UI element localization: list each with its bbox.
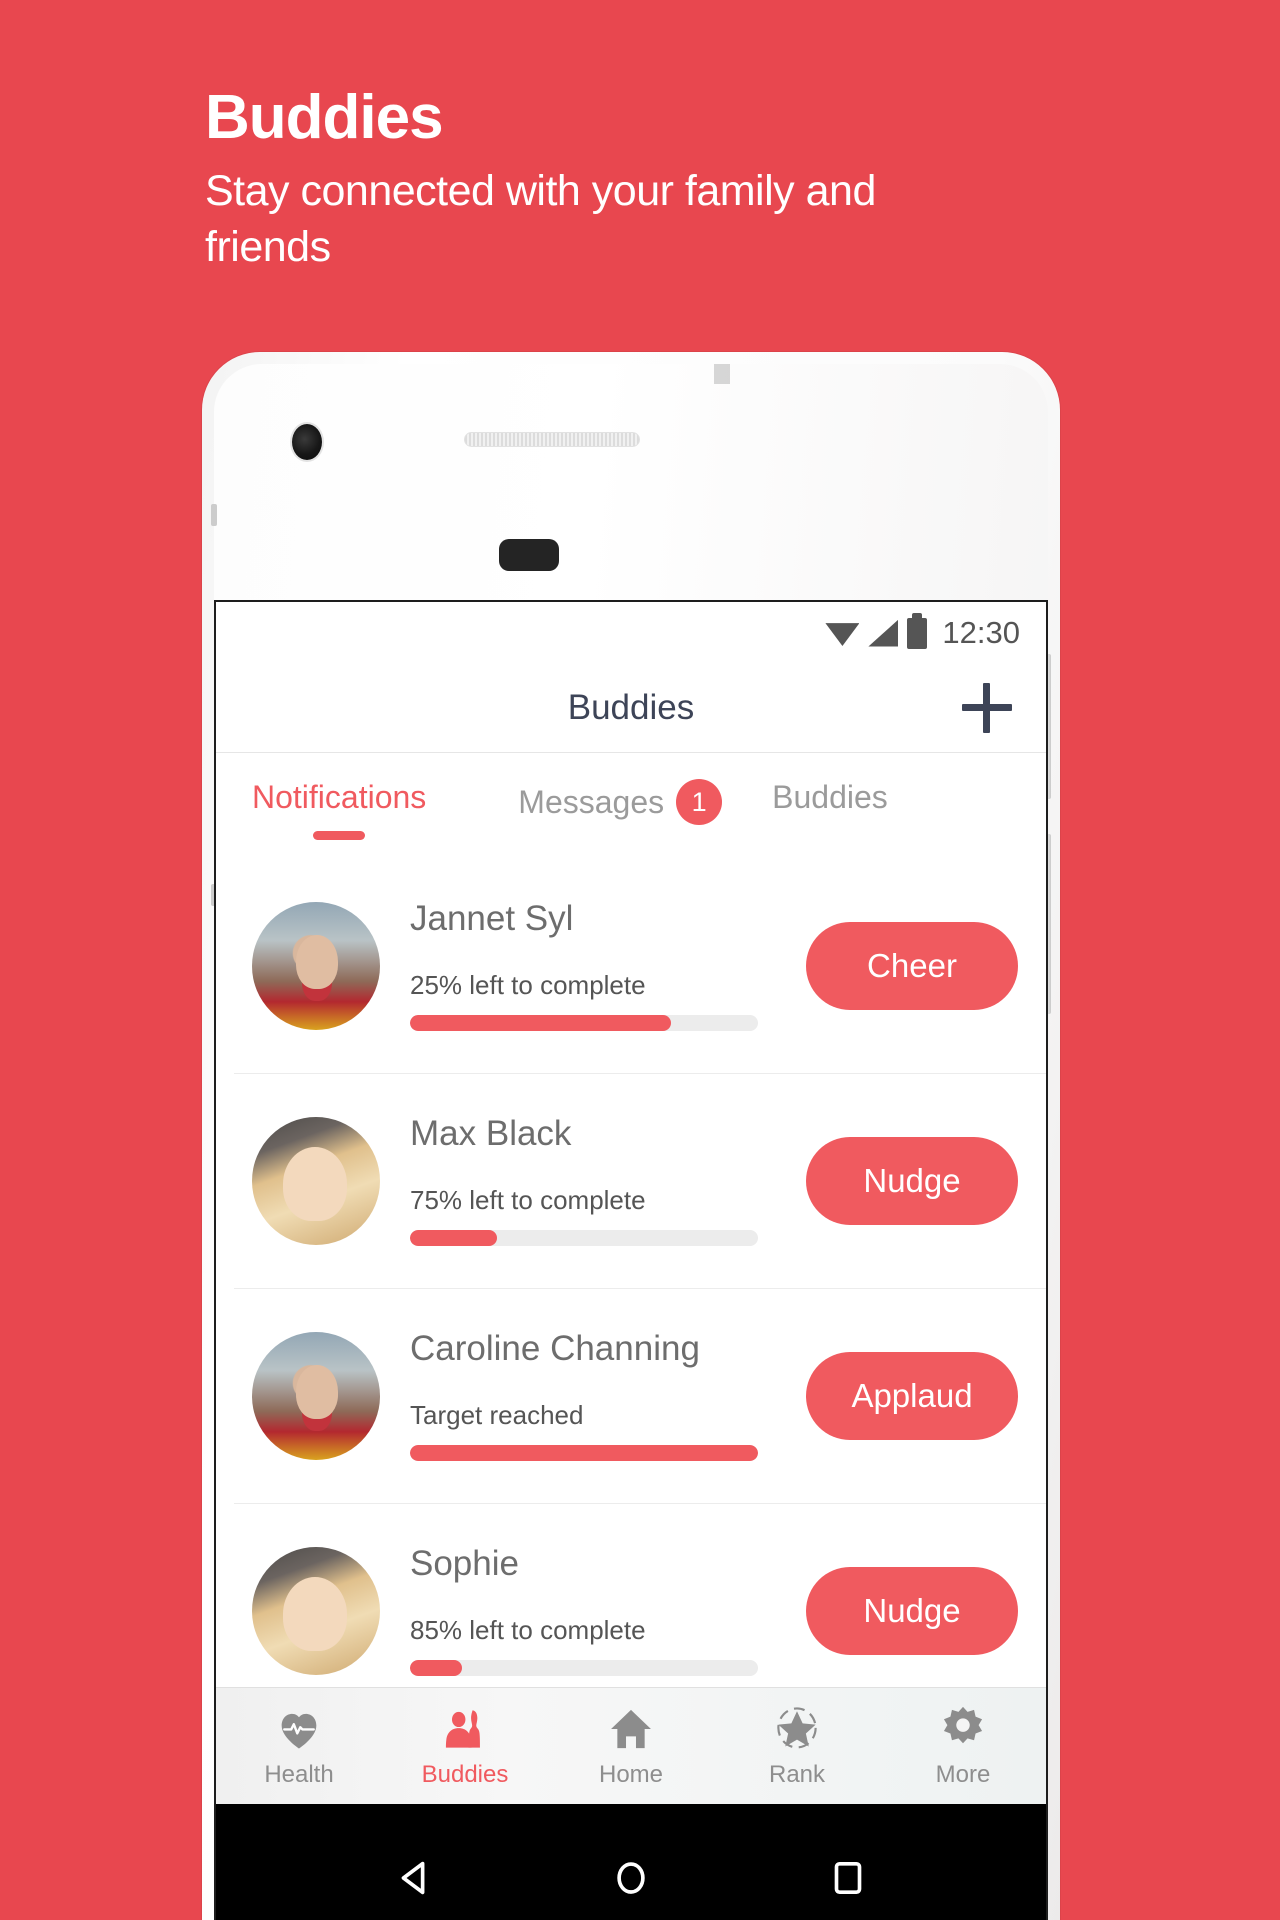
progress-bar-fill	[410, 1445, 758, 1462]
avatar	[252, 901, 380, 1030]
messages-badge: 1	[676, 779, 723, 825]
buddy-status: Target reached	[410, 1400, 584, 1431]
nav-item-rank-label: Rank	[768, 1761, 826, 1788]
back-triangle-icon[interactable]	[391, 1855, 437, 1901]
tab-notifications-label: Notifications	[252, 779, 427, 815]
recents-square-icon[interactable]	[825, 1855, 871, 1901]
avatar	[252, 1116, 380, 1245]
battery-icon	[907, 612, 928, 649]
phone-mockup: 12:30 Buddies Notifications Messages 1 B…	[202, 352, 1060, 1920]
nav-item-rank-home-label: Home	[598, 1761, 664, 1788]
promo-title: Buddies	[205, 83, 444, 152]
gear-icon	[943, 1706, 983, 1744]
buddy-name: Caroline Channing	[410, 1329, 700, 1368]
table-row[interactable]: Jannet Syl 25% left to complete Cheer	[216, 858, 1046, 1073]
buddy-status: 75% left to complete	[410, 1185, 646, 1216]
buddy-info: Jannet Syl 25% left to complete	[380, 900, 806, 1032]
wifi-icon	[825, 623, 860, 646]
phone-left-seam-top	[211, 504, 217, 526]
people-icon	[445, 1710, 480, 1748]
progress-bar-fill	[410, 1230, 497, 1247]
house-icon	[611, 1709, 651, 1749]
table-row[interactable]: Caroline Channing Target reached Applaud	[216, 1288, 1046, 1503]
table-row[interactable]: Sophie 85% left to complete Nudge	[216, 1503, 1046, 1718]
buddy-name: Sophie	[410, 1544, 519, 1583]
phone-screen: 12:30 Buddies Notifications Messages 1 B…	[214, 600, 1048, 1920]
nav-item-health-label: Health	[264, 1761, 334, 1788]
heart-pulse-icon	[281, 1713, 317, 1749]
buddy-info: Max Black 75% left to complete	[380, 1115, 806, 1247]
front-camera-icon	[292, 424, 322, 460]
status-bar-clock: 12:30	[942, 615, 1020, 650]
nav-item-more[interactable]: More	[880, 1688, 1046, 1804]
tab-messages[interactable]: Messages 1	[518, 779, 723, 825]
tab-messages-label: Messages	[518, 783, 665, 820]
nav-item-buddies-label: Buddies	[421, 1761, 509, 1788]
star-badge-icon	[777, 1707, 817, 1749]
avatar	[252, 1546, 380, 1675]
phone-body: 12:30 Buddies Notifications Messages 1 B…	[211, 364, 1051, 1920]
phone-top-seam	[714, 364, 730, 384]
tab-bar: Notifications Messages 1 Buddies	[216, 753, 1046, 858]
bottom-navigation: Health Buddies Home Rank More	[216, 1687, 1046, 1804]
buddy-name: Max Black	[410, 1114, 572, 1153]
progress-bar	[410, 1015, 758, 1032]
tab-active-underline	[313, 831, 366, 840]
buddy-name: Jannet Syl	[410, 899, 574, 938]
progress-bar-fill	[410, 1015, 671, 1032]
table-row[interactable]: Max Black 75% left to complete Nudge	[216, 1073, 1046, 1288]
page-title: Buddies	[567, 688, 695, 727]
nav-item-more-label: More	[935, 1761, 991, 1788]
buddy-list: Jannet Syl 25% left to complete Cheer Ma…	[216, 858, 1046, 1718]
nav-item-buddies[interactable]: Buddies	[382, 1688, 548, 1804]
buddy-action-button[interactable]: Cheer	[806, 921, 1018, 1010]
tab-buddies[interactable]: Buddies	[772, 779, 888, 816]
progress-bar-fill	[410, 1660, 463, 1677]
progress-bar	[410, 1660, 758, 1677]
app-bar: Buddies	[216, 664, 1046, 752]
buddy-status: 85% left to complete	[410, 1615, 646, 1646]
promo-subtitle: Stay connected with your family and frie…	[205, 167, 876, 271]
buddy-status: 25% left to complete	[410, 970, 646, 1001]
system-navigation-bar	[216, 1804, 1046, 1920]
avatar	[252, 1331, 380, 1460]
promo-header: Buddies Stay connected with your family …	[205, 85, 965, 276]
signal-icon	[868, 619, 899, 647]
progress-bar	[410, 1445, 758, 1462]
nav-item-home[interactable]: Home	[548, 1688, 714, 1804]
home-circle-icon[interactable]	[608, 1855, 654, 1901]
progress-bar	[410, 1230, 758, 1247]
nav-item-rank[interactable]: Rank	[714, 1688, 880, 1804]
earpiece-speaker	[464, 432, 640, 447]
nav-item-health[interactable]: Health	[216, 1688, 382, 1804]
plus-icon[interactable]	[962, 683, 1012, 733]
buddy-action-button[interactable]: Nudge	[806, 1566, 1018, 1655]
buddy-action-button[interactable]: Applaud	[806, 1351, 1018, 1440]
buddy-action-button[interactable]: Nudge	[806, 1136, 1018, 1225]
sensor-pill	[499, 539, 559, 571]
buddy-info: Sophie 85% left to complete	[380, 1545, 806, 1677]
buddy-info: Caroline Channing Target reached	[380, 1330, 806, 1462]
status-bar: 12:30	[216, 602, 1046, 664]
tab-notifications[interactable]: Notifications	[252, 779, 427, 840]
tab-buddies-label: Buddies	[772, 779, 888, 815]
